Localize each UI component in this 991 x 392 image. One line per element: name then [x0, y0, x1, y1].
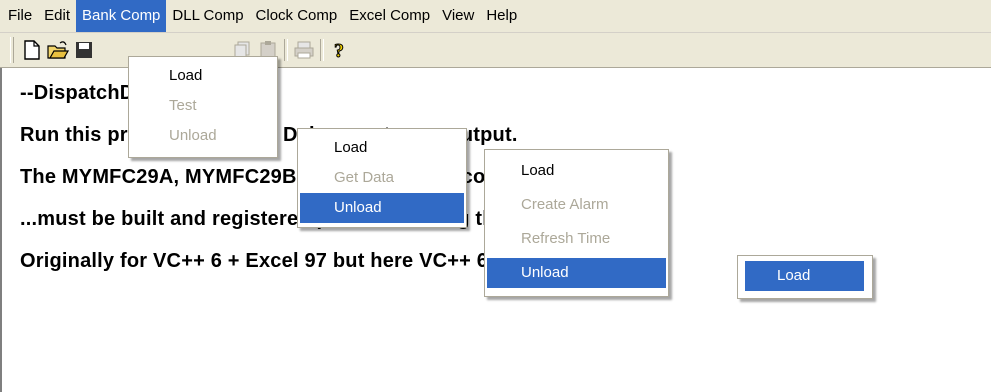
dll-get-data-item: Get Data — [334, 169, 395, 186]
toolbar-separator — [320, 39, 324, 61]
bank-comp-menu: Load Test Unload — [128, 56, 278, 158]
bank-unload-item: Unload — [169, 127, 217, 144]
menu-bar: File Edit Bank Comp DLL Comp Clock Comp … — [0, 0, 991, 33]
clock-comp-menu: Load Create Alarm Refresh Time Unload — [484, 149, 669, 297]
dll-comp-menu: Load Get Data Unload — [297, 128, 467, 228]
menu-edit[interactable]: Edit — [38, 0, 76, 32]
print-icon — [292, 38, 316, 62]
menu-dll-comp[interactable]: DLL Comp — [166, 0, 249, 32]
clock-unload-item[interactable]: Unload — [487, 258, 666, 288]
bank-test-item: Test — [169, 97, 197, 114]
excel-load-item[interactable]: Load — [745, 261, 864, 291]
menu-file[interactable]: File — [2, 0, 38, 32]
bank-load-item[interactable]: Load — [131, 61, 275, 91]
new-file-icon[interactable] — [20, 38, 44, 62]
menu-view[interactable]: View — [436, 0, 480, 32]
toolbar-grip[interactable] — [10, 37, 14, 63]
clock-load-item[interactable]: Load — [487, 156, 666, 186]
excel-comp-menu: Load — [737, 255, 873, 299]
dll-unload-item[interactable]: Unload — [300, 193, 464, 223]
open-folder-icon[interactable] — [46, 38, 70, 62]
dll-load-item[interactable]: Load — [300, 133, 464, 163]
svg-text:?: ? — [334, 40, 344, 61]
clock-refresh-time-item: Refresh Time — [521, 230, 611, 247]
toolbar-separator — [284, 39, 288, 61]
menu-bank-comp[interactable]: Bank Comp — [76, 0, 167, 32]
menu-excel-comp[interactable]: Excel Comp — [343, 0, 436, 32]
menu-clock-comp[interactable]: Clock Comp — [250, 0, 344, 32]
menu-help[interactable]: Help — [480, 0, 523, 32]
help-icon[interactable]: ? — [328, 38, 352, 62]
clock-create-alarm-item: Create Alarm — [521, 196, 609, 213]
save-icon[interactable] — [72, 38, 96, 62]
